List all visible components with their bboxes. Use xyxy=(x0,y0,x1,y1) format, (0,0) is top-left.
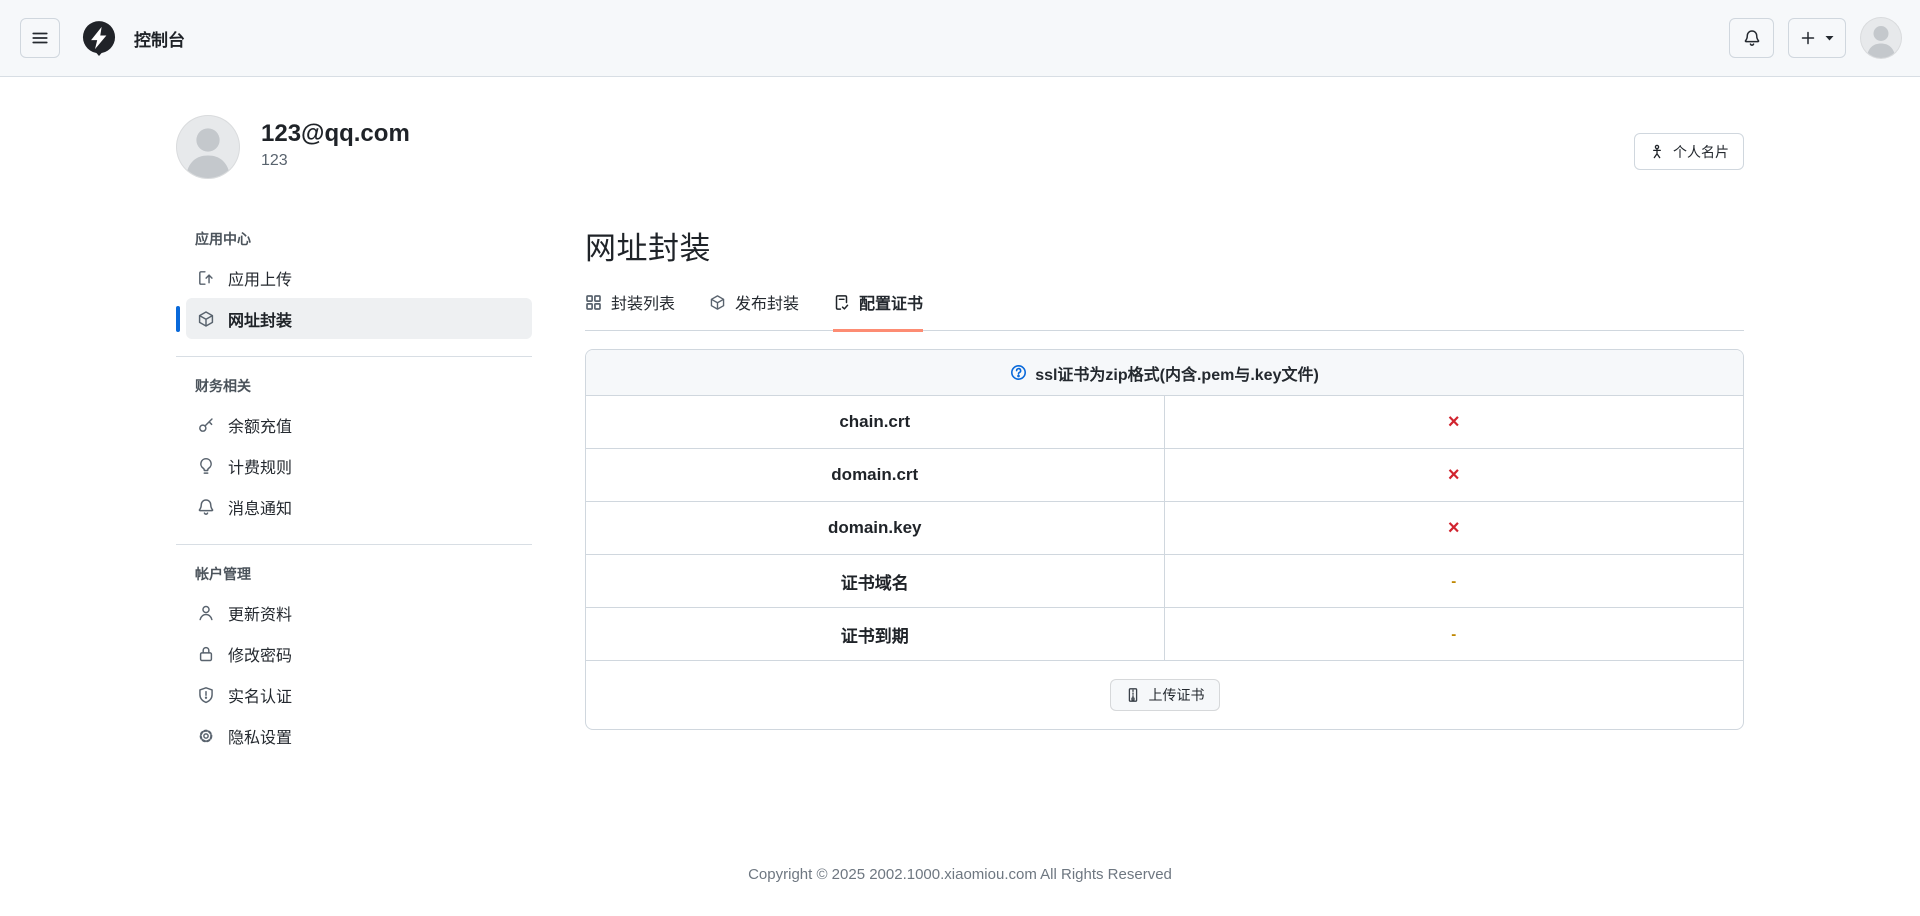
tab-label: 封装列表 xyxy=(611,296,676,313)
file-check-icon xyxy=(833,294,850,311)
active-indicator-bar xyxy=(176,305,180,332)
sidebar-divider xyxy=(176,544,532,545)
three-bars-icon xyxy=(31,29,49,47)
page-container: 123@qq.com 123 个人名片 应用中心 应用上传 网址封装 财务相关 … xyxy=(176,77,1744,756)
tab-label: 配置证书 xyxy=(859,296,924,313)
copyright-footer: Copyright © 2025 2002.1000.xiaomiou.com … xyxy=(748,866,1172,883)
main-content: 网址封装 封装列表 发布封装 配置证书 ssl证书为zip格式(内含.pem与.… xyxy=(585,223,1744,756)
tab-package-list[interactable]: 封装列表 xyxy=(585,290,675,332)
sidebar-item-label: 消息通知 xyxy=(228,500,293,518)
sidebar-item-privacy-settings[interactable]: 隐私设置 xyxy=(186,715,532,756)
navbar-right xyxy=(1729,17,1902,59)
certificate-notice-text: ssl证书为zip格式(内含.pem与.key文件) xyxy=(1035,366,1319,384)
upload-certificate-label: 上传证书 xyxy=(1148,687,1205,703)
person-card-icon xyxy=(1649,144,1665,160)
lightbulb-icon xyxy=(197,457,215,475)
cert-status-value: × xyxy=(1447,410,1460,433)
profile-text: 123@qq.com 123 xyxy=(261,115,410,170)
zip-file-icon xyxy=(1125,687,1141,703)
question-circle-icon xyxy=(1010,364,1027,381)
cert-status-value: × xyxy=(1447,463,1460,486)
profile-email: 123@qq.com xyxy=(261,120,410,147)
upload-certificate-button[interactable]: 上传证书 xyxy=(1109,679,1220,711)
table-footer-row: 上传证书 xyxy=(586,661,1743,729)
page-title: 网址封装 xyxy=(585,231,711,266)
app-upload-icon xyxy=(197,269,215,287)
menu-button[interactable] xyxy=(20,18,60,58)
sidebar-item-label: 实名认证 xyxy=(228,688,293,706)
personal-card-button[interactable]: 个人名片 xyxy=(1634,133,1744,170)
cert-status-value: - xyxy=(1451,572,1457,590)
cert-field-label: 证书到期 xyxy=(586,608,1165,660)
sidebar-item-label: 应用上传 xyxy=(228,271,293,289)
bell-icon xyxy=(197,498,215,516)
cert-status-value: × xyxy=(1447,516,1460,539)
package-icon xyxy=(709,294,726,311)
personal-card-label: 个人名片 xyxy=(1673,143,1729,160)
sidebar-section-label-app-center: 应用中心 xyxy=(195,231,251,247)
sidebar-section-label-finance: 财务相关 xyxy=(195,378,251,394)
bell-icon xyxy=(1743,29,1761,47)
person-icon xyxy=(197,604,215,622)
tab-label: 发布封装 xyxy=(735,296,800,313)
sidebar-item-label: 隐私设置 xyxy=(228,729,293,747)
cert-file-label: domain.crt xyxy=(586,449,1165,501)
gear-icon xyxy=(197,727,215,745)
key-icon xyxy=(197,416,215,434)
table-row: 证书域名 - xyxy=(586,555,1743,608)
cert-file-label: domain.key xyxy=(586,502,1165,554)
sidebar-item-billing-rules[interactable]: 计费规则 xyxy=(186,445,532,486)
cert-file-label: chain.crt xyxy=(586,396,1165,448)
profile-username: 123 xyxy=(261,151,288,169)
sidebar-item-notifications[interactable]: 消息通知 xyxy=(186,486,532,527)
tab-configure-certificate[interactable]: 配置证书 xyxy=(833,290,924,332)
notifications-button[interactable] xyxy=(1729,18,1774,58)
sidebar-section-label-account: 帐户管理 xyxy=(195,566,251,582)
content-row: 应用中心 应用上传 网址封装 财务相关 余额充值 计费规则 消息通知 帐户管理 … xyxy=(176,179,1744,756)
plus-icon xyxy=(1800,30,1816,46)
user-avatar[interactable] xyxy=(1860,17,1902,59)
profile-avatar[interactable] xyxy=(176,115,240,179)
table-row: domain.crt × xyxy=(586,449,1743,502)
cert-status-value: - xyxy=(1451,625,1457,643)
profile-header: 123@qq.com 123 个人名片 xyxy=(176,77,1744,179)
sidebar-item-update-profile[interactable]: 更新资料 xyxy=(186,592,532,633)
sidebar-item-label: 更新资料 xyxy=(228,606,293,624)
triangle-down-icon xyxy=(1825,35,1834,41)
certificate-table: ssl证书为zip格式(内含.pem与.key文件) chain.crt × d… xyxy=(585,349,1744,730)
sidebar: 应用中心 应用上传 网址封装 财务相关 余额充值 计费规则 消息通知 帐户管理 … xyxy=(176,227,532,756)
sidebar-item-real-name-verify[interactable]: 实名认证 xyxy=(186,674,532,715)
sidebar-item-label: 网址封装 xyxy=(228,312,293,330)
tab-publish-package[interactable]: 发布封装 xyxy=(709,290,799,332)
sidebar-item-balance-recharge[interactable]: 余额充值 xyxy=(186,404,532,445)
zap-logo-icon[interactable] xyxy=(80,19,118,57)
sidebar-item-app-upload[interactable]: 应用上传 xyxy=(186,257,532,298)
top-navbar: 控制台 xyxy=(0,0,1920,77)
sidebar-item-change-password[interactable]: 修改密码 xyxy=(186,633,532,674)
apps-icon xyxy=(585,294,602,311)
app-title: 控制台 xyxy=(134,30,185,50)
create-new-button[interactable] xyxy=(1788,18,1846,58)
package-icon xyxy=(197,310,215,328)
table-row: 证书到期 - xyxy=(586,608,1743,661)
table-row: chain.crt × xyxy=(586,396,1743,449)
tab-bar: 封装列表 发布封装 配置证书 xyxy=(585,290,1744,332)
shield-icon xyxy=(197,686,215,704)
certificate-notice-row: ssl证书为zip格式(内含.pem与.key文件) xyxy=(586,350,1743,396)
sidebar-divider xyxy=(176,356,532,357)
navbar-left: 控制台 xyxy=(20,18,185,58)
sidebar-item-label: 修改密码 xyxy=(228,647,293,665)
sidebar-item-label: 计费规则 xyxy=(228,459,293,477)
table-row: domain.key × xyxy=(586,502,1743,555)
sidebar-item-url-package[interactable]: 网址封装 xyxy=(176,298,532,339)
sidebar-item-label: 余额充值 xyxy=(228,418,293,436)
lock-icon xyxy=(197,645,215,663)
cert-field-label: 证书域名 xyxy=(586,555,1165,607)
